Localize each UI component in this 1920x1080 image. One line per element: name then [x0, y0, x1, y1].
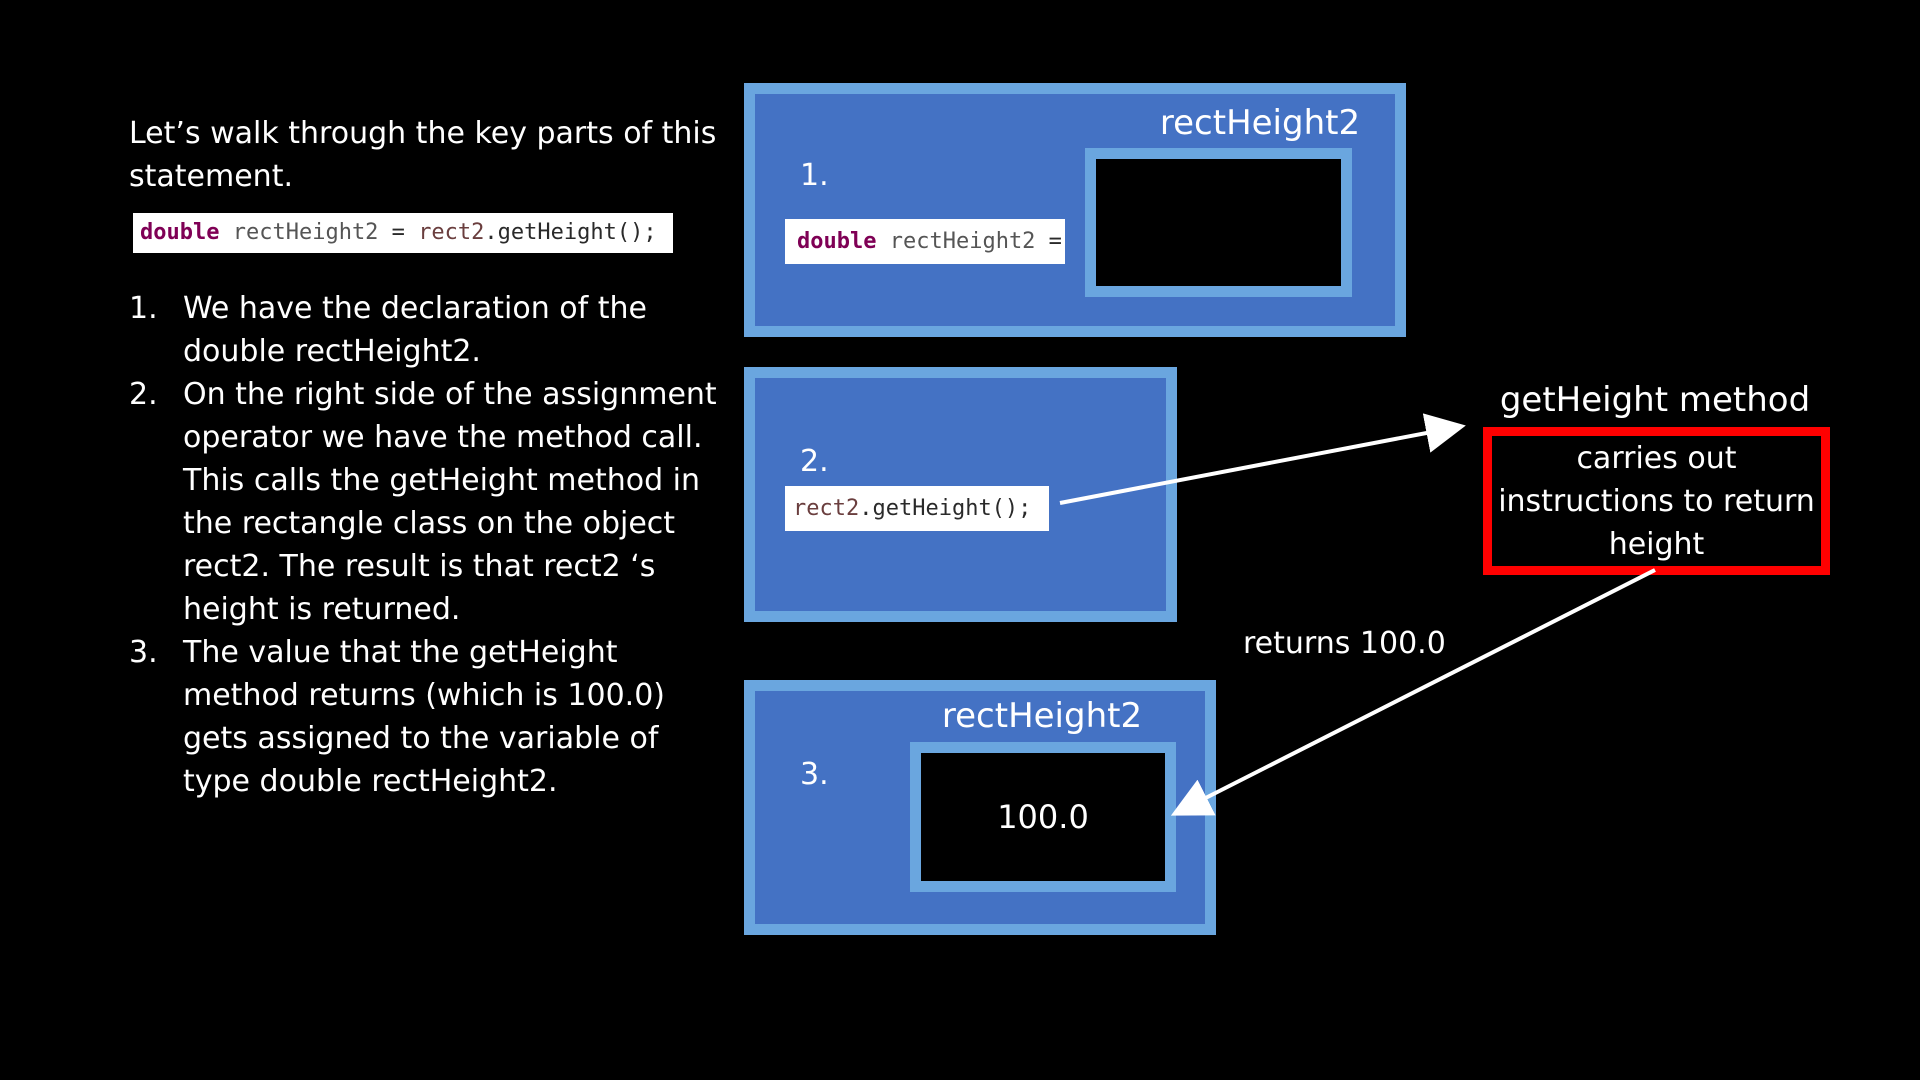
return-arrow: [1170, 568, 1656, 816]
call-arrow: [1059, 413, 1466, 505]
arrows-layer: [1059, 413, 1656, 816]
